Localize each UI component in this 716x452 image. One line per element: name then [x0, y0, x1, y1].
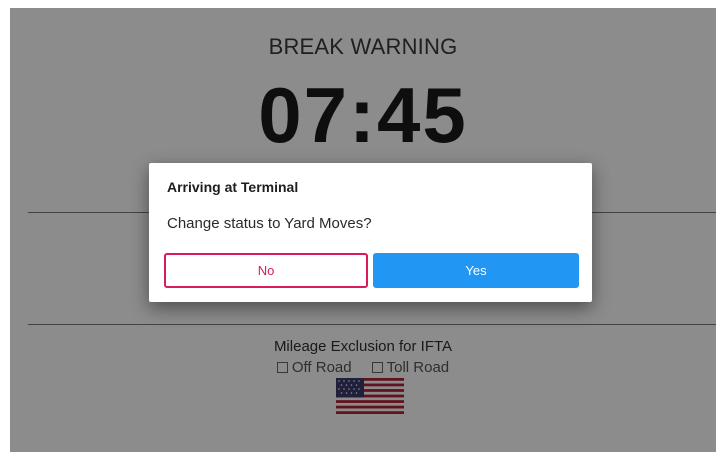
- dialog-message: Change status to Yard Moves?: [167, 215, 372, 232]
- no-button[interactable]: No: [164, 253, 368, 288]
- yes-button[interactable]: Yes: [373, 253, 579, 288]
- status-change-dialog: Arriving at Terminal Change status to Ya…: [149, 163, 592, 302]
- dialog-title: Arriving at Terminal: [167, 179, 299, 195]
